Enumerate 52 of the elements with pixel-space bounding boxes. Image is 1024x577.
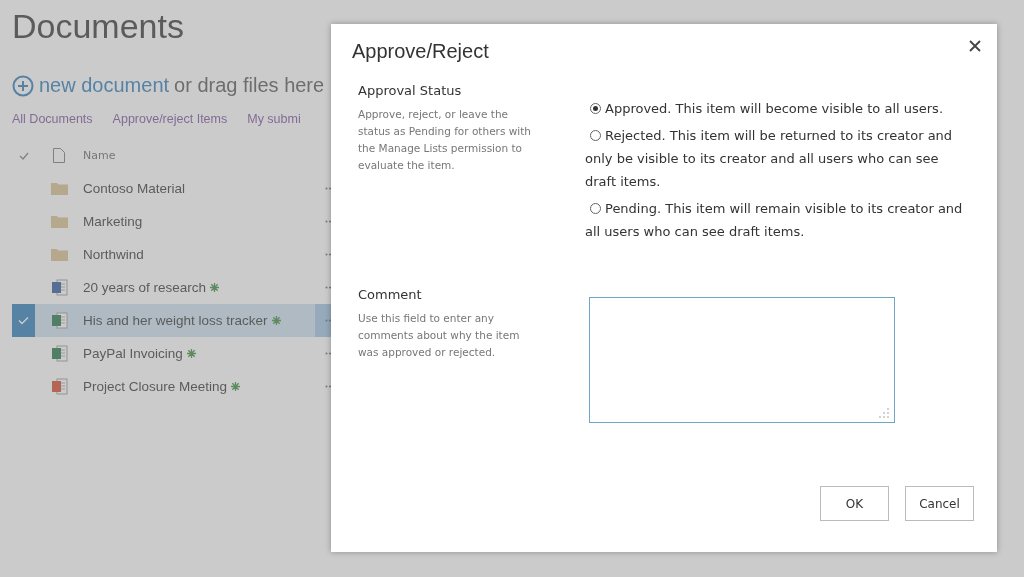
section-label: Comment <box>358 287 423 302</box>
list-row[interactable]: Marketing <box>12 205 331 238</box>
row-checkbox[interactable] <box>12 304 35 337</box>
list-row[interactable]: His and her weight loss tracker <box>12 304 331 337</box>
comment-field[interactable] <box>589 297 895 423</box>
file-name[interactable]: Northwind <box>83 247 144 262</box>
dialog-title: Approve/Reject <box>352 40 489 63</box>
cancel-button[interactable]: Cancel <box>905 486 974 521</box>
radio-option[interactable]: Pending. This item will remain visible to its creator and all users who can see draft items. <box>585 197 970 243</box>
check-icon[interactable] <box>18 151 29 160</box>
file-name[interactable]: His and her weight loss tracker <box>83 313 268 328</box>
more-icon[interactable] <box>325 385 331 388</box>
file-icon <box>50 312 68 329</box>
file-icon <box>50 279 68 296</box>
file-icon <box>50 345 68 362</box>
more-icon[interactable] <box>325 319 331 322</box>
radio-option[interactable]: Rejected. This item will be returned to its creator and only be visible to its creator and all users who can see draft items. <box>585 124 970 193</box>
list-row[interactable]: PayPal Invoicing <box>12 337 331 370</box>
folder-icon <box>50 248 68 261</box>
column-header[interactable]: Name <box>83 149 116 162</box>
view-link[interactable]: All Documents <box>12 112 93 126</box>
document-icon <box>53 148 65 163</box>
section-label: Approval Status <box>358 83 463 98</box>
folder-icon <box>50 215 68 228</box>
folder-icon <box>50 182 68 195</box>
more-icon[interactable] <box>325 220 331 223</box>
page-title: Documents <box>12 6 184 47</box>
file-name[interactable]: 20 years of research <box>83 280 207 295</box>
view-link[interactable]: Approve/reject Items <box>112 112 228 126</box>
more-icon[interactable] <box>325 352 331 355</box>
drag-hint: or drag files here <box>174 74 325 97</box>
section-help: Approve, reject, or leave the status as Pending for others with the Manage Lists permission to evaluate the item. <box>358 107 532 173</box>
radio-option[interactable]: Approved. This item will become visible to all users. <box>585 97 970 120</box>
file-name[interactable]: Contoso Material <box>83 181 186 196</box>
section-help: Use this field to enter any comments about why the item was approved or rejected. <box>358 311 521 360</box>
list-row[interactable]: Contoso Material <box>12 172 331 205</box>
more-icon[interactable] <box>325 253 331 256</box>
more-icon[interactable] <box>325 286 331 289</box>
list-row[interactable]: Project Closure Meeting <box>12 370 331 403</box>
file-name[interactable]: Marketing <box>83 214 143 229</box>
new-document-link[interactable]: new document <box>39 74 170 97</box>
list-row[interactable]: 20 years of research <box>12 271 331 304</box>
list-row[interactable]: Northwind <box>12 238 331 271</box>
check-icon <box>18 316 29 325</box>
file-name[interactable]: Project Closure Meeting <box>83 379 228 394</box>
view-link[interactable]: My submi <box>247 112 301 126</box>
file-name[interactable]: PayPal Invoicing <box>83 346 183 361</box>
file-icon <box>50 378 68 395</box>
resize-grip-icon[interactable] <box>879 408 889 418</box>
ok-button[interactable]: OK <box>820 486 889 521</box>
add-icon[interactable] <box>12 74 34 97</box>
more-icon[interactable] <box>325 187 331 190</box>
